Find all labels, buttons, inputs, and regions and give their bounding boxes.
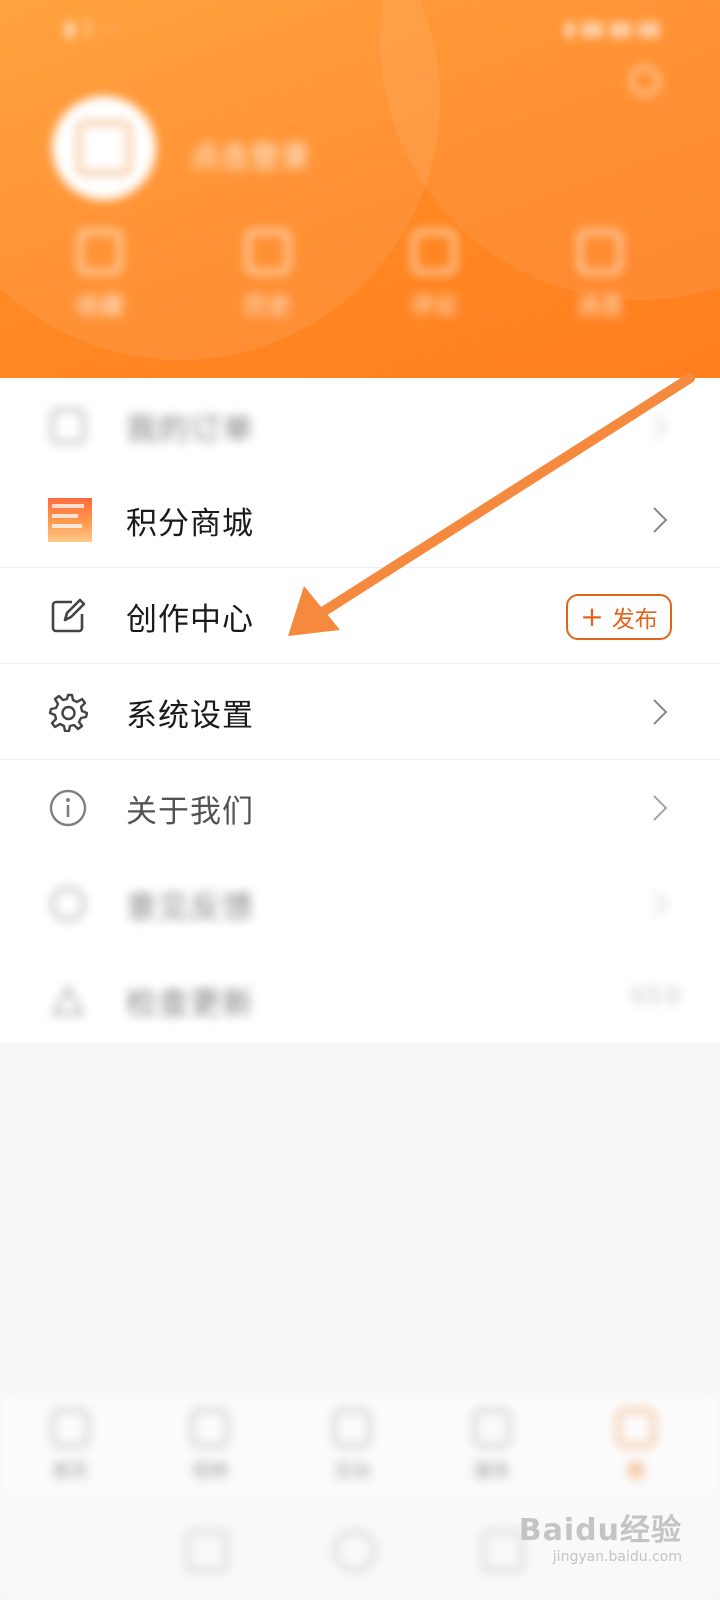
menu-item-points-mall[interactable]: 积分商城 <box>0 472 720 568</box>
status-bar-right: ▮ ▮▮ ▮▮ ▮▮ <box>563 16 660 40</box>
orders-icon <box>50 408 86 444</box>
plus-icon: + <box>580 600 604 633</box>
notification-icon[interactable] <box>630 66 660 96</box>
tab-me[interactable]: 我 <box>586 1409 686 1483</box>
menu-item-label: 系统设置 <box>126 698 254 734</box>
gear-icon <box>48 693 88 732</box>
menu-item-about-us[interactable]: 关于我们 <box>0 760 720 856</box>
stat-label: 历史 <box>244 292 292 320</box>
watermark-url: jingyan.baidu.com <box>552 1549 682 1565</box>
tab-label: 视频 <box>192 1461 228 1482</box>
stat-label: 评论 <box>410 292 458 320</box>
stat-history[interactable]: 历史 <box>208 230 328 321</box>
menu-item-check-update[interactable]: 检查更新 V3.0 <box>0 952 720 1048</box>
publish-label: 发布 <box>611 607 658 633</box>
tab-service[interactable]: 服务 <box>442 1409 542 1483</box>
tab-label: 互动 <box>334 1461 370 1482</box>
stat-favorites[interactable]: 收藏 <box>40 230 160 321</box>
menu-item-label: 检查更新 <box>126 986 254 1022</box>
menu-item-label: 我的订单 <box>126 412 254 448</box>
update-icon <box>51 984 85 1016</box>
tab-interact[interactable]: 互动 <box>302 1409 402 1483</box>
back-icon[interactable] <box>186 1530 228 1572</box>
watermark: Baidu经验 jingyan.baidu.com <box>519 1505 682 1565</box>
tab-video[interactable]: 视频 <box>160 1409 260 1483</box>
info-icon <box>49 789 87 827</box>
menu-item-label: 意见反馈 <box>126 890 254 926</box>
chevron-right-icon <box>653 795 668 821</box>
version-text: V3.0 <box>629 984 680 1009</box>
tab-home[interactable]: 首页 <box>20 1409 120 1483</box>
feedback-icon <box>50 886 86 922</box>
menu-item-label: 关于我们 <box>126 794 254 830</box>
stat-label: 收藏 <box>76 292 124 320</box>
recents-icon[interactable] <box>482 1530 524 1572</box>
menu-item-creation-center[interactable]: 创作中心 + 发布 <box>0 568 720 664</box>
status-bar-left: ▮ 1 ⋯ <box>64 16 121 40</box>
service-icon <box>473 1409 511 1447</box>
star-icon <box>78 230 122 274</box>
avatar-placeholder-icon <box>77 121 131 175</box>
edit-icon <box>51 598 86 633</box>
history-icon <box>246 230 290 274</box>
bottom-tab-bar: 首页 视频 互动 服务 我 <box>0 1395 720 1500</box>
video-icon <box>191 1409 229 1447</box>
stat-messages[interactable]: 消息 <box>540 230 660 321</box>
chevron-right-icon <box>653 699 668 725</box>
chevron-right-icon <box>653 891 668 917</box>
home-button-icon[interactable] <box>334 1530 376 1572</box>
menu-list: 我的订单 积分商城 创作中心 + 发布 系统设置 关于我们 意见反馈 检查更新 … <box>0 378 720 1043</box>
login-prompt[interactable]: 点击登录 <box>190 132 310 176</box>
profile-header: ▮ 1 ⋯ ▮ ▮▮ ▮▮ ▮▮ 点击登录 收藏 历史 评论 消息 <box>0 0 720 385</box>
avatar[interactable] <box>52 96 156 200</box>
menu-item-my-orders[interactable]: 我的订单 <box>0 378 720 474</box>
menu-item-settings[interactable]: 系统设置 <box>0 664 720 760</box>
message-icon <box>578 230 622 274</box>
points-mall-thumbnail <box>48 498 92 542</box>
stats-bar: 收藏 历史 评论 消息 <box>0 230 720 340</box>
menu-item-label: 创作中心 <box>126 602 254 638</box>
tab-label: 首页 <box>52 1461 88 1482</box>
chevron-right-icon <box>653 413 668 439</box>
publish-button[interactable]: + 发布 <box>566 594 672 640</box>
home-icon <box>51 1409 89 1447</box>
stat-comments[interactable]: 评论 <box>374 230 494 321</box>
menu-item-feedback[interactable]: 意见反馈 <box>0 856 720 952</box>
tab-label: 服务 <box>474 1461 510 1482</box>
comment-icon <box>412 230 456 274</box>
chevron-right-icon <box>653 507 668 533</box>
watermark-logo: Baidu经验 <box>518 1513 682 1548</box>
interact-icon <box>333 1409 371 1447</box>
stat-label: 消息 <box>576 292 624 320</box>
menu-item-label: 积分商城 <box>126 506 254 542</box>
person-icon <box>617 1409 655 1447</box>
tab-label: 我 <box>627 1461 645 1482</box>
